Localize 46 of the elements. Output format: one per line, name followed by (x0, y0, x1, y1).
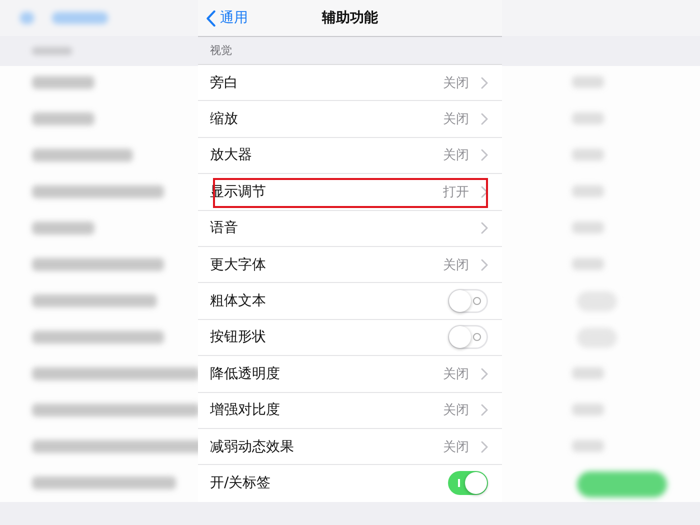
settings-row[interactable]: 按钮形状 (198, 320, 502, 356)
row-value: 打开 (443, 184, 469, 201)
row-label: 降低透明度 (210, 364, 281, 383)
section-header: 视觉 (210, 43, 232, 58)
settings-row[interactable]: 开/关标签 (198, 465, 502, 502)
row-value: 关闭 (443, 74, 469, 92)
row-value: 关闭 (443, 366, 469, 383)
row-label: 语音 (210, 219, 239, 238)
row-value: 关闭 (443, 402, 469, 420)
row-label: 按钮形状 (210, 328, 267, 346)
row-value: 关闭 (443, 111, 469, 128)
toggle-switch[interactable] (448, 325, 488, 350)
row-value: 关闭 (443, 256, 469, 274)
chevron-icon (481, 258, 488, 271)
chevron-icon (481, 404, 488, 416)
settings-row[interactable]: 缩放 关闭 (198, 101, 502, 138)
row-value: 关闭 (443, 438, 469, 456)
settings-row[interactable]: 降低透明度 关闭 (198, 356, 502, 393)
back-chevron-icon (206, 10, 216, 26)
row-label: 增强对比度 (210, 401, 281, 420)
chevron-icon (481, 76, 488, 89)
settings-row[interactable]: 放大器 关闭 (198, 138, 502, 174)
chevron-icon (481, 440, 488, 453)
settings-row[interactable]: 更大字体 关闭 (198, 246, 502, 284)
row-label: 放大器 (210, 146, 253, 164)
toggle-switch[interactable] (448, 289, 488, 314)
row-label: 开/关标签 (210, 474, 272, 492)
screen-title: 辅助功能 (322, 9, 378, 27)
chevron-icon (481, 149, 488, 162)
row-value: 关闭 (443, 147, 469, 164)
chevron-icon (481, 222, 488, 234)
row-label: 更大字体 (210, 256, 267, 274)
back-button[interactable]: 通用 (206, 9, 248, 27)
row-label: 粗体文本 (210, 292, 267, 310)
chevron-icon (481, 113, 488, 126)
row-label: 减弱动态效果 (210, 438, 295, 456)
settings-row[interactable]: 增强对比度 关闭 (198, 392, 502, 429)
chevron-icon (481, 186, 488, 198)
settings-row[interactable]: 语音 (198, 210, 502, 247)
settings-row[interactable]: 减弱动态效果 关闭 (198, 428, 502, 466)
toggle-switch[interactable] (448, 471, 488, 496)
chevron-icon (481, 368, 488, 380)
row-label: 旁白 (210, 74, 239, 92)
settings-row[interactable]: 旁白 关闭 (198, 65, 502, 102)
settings-row[interactable]: 粗体文本 (198, 283, 502, 320)
row-label: 缩放 (210, 110, 239, 128)
